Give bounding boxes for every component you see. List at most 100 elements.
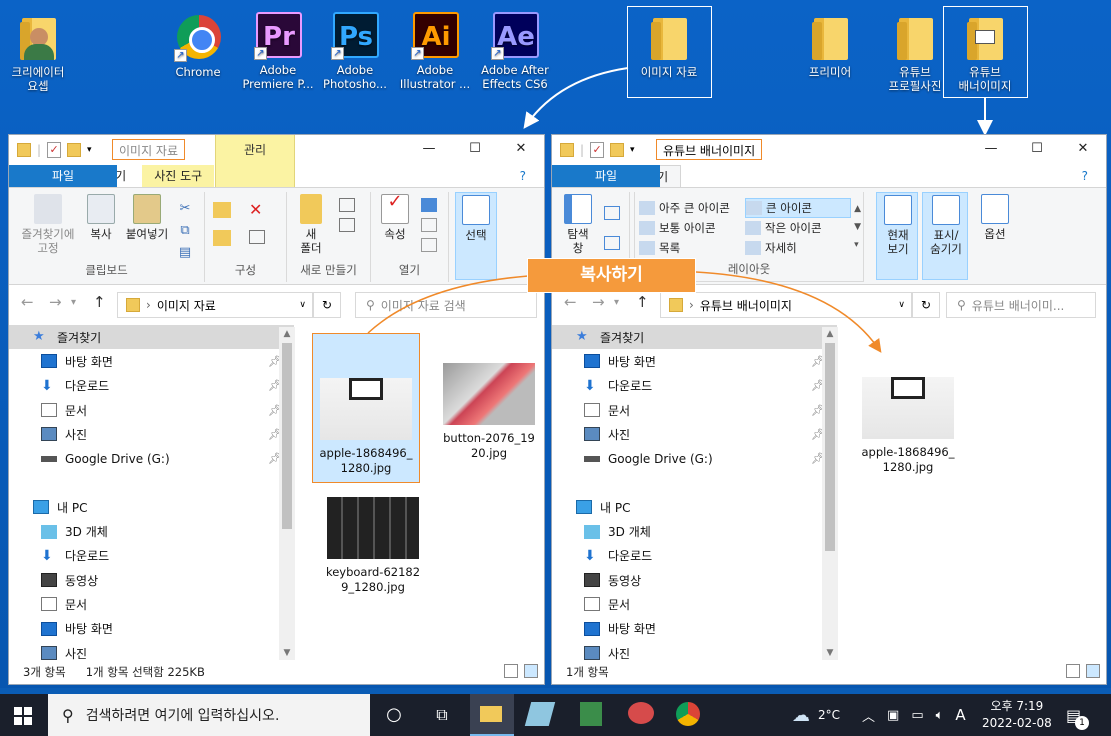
address-box[interactable]: › 이미지 자료 ∨ xyxy=(117,292,313,318)
layout-medium[interactable]: 보통 아이콘 xyxy=(639,218,716,238)
nav-item[interactable]: 문서 xyxy=(9,592,294,616)
pin-quick-access-button[interactable]: 즐겨찾기에 고정 xyxy=(13,194,83,255)
new-folder-icon[interactable] xyxy=(610,143,625,157)
notification-icon[interactable]: ▤ 1 xyxy=(1066,694,1089,736)
cortana-icon[interactable]: ○ xyxy=(380,702,408,728)
show-hide-button[interactable]: 표시/ 숨기기 xyxy=(922,192,968,280)
task-view-icon[interactable]: ⧉ xyxy=(428,702,456,728)
refresh-icon[interactable]: ↻ xyxy=(912,292,940,318)
nav-item[interactable]: 사진 📌︎ xyxy=(9,422,294,446)
rename-icon[interactable] xyxy=(249,230,265,244)
chevron-down-icon[interactable]: ∨ xyxy=(299,300,306,310)
preview-pane-icon[interactable] xyxy=(604,206,620,220)
paste-button[interactable]: 붙여넣기 xyxy=(121,194,173,241)
nav-item[interactable]: ★ 즐겨찾기 xyxy=(9,325,294,350)
ime-indicator[interactable]: A xyxy=(955,706,965,724)
nav-item[interactable]: 바탕 화면 📌︎ xyxy=(552,349,837,373)
tab-picture-tools[interactable]: 사진 도구 xyxy=(142,165,215,187)
chevron-down-icon[interactable]: ▾ xyxy=(630,145,635,155)
large-icons-view-icon[interactable] xyxy=(524,664,538,678)
nav-item[interactable]: ⬇ 다운로드 xyxy=(552,544,837,568)
details-pane-icon[interactable] xyxy=(604,236,620,250)
search-input[interactable]: ⚲ 유튜브 배너이미... xyxy=(946,292,1096,318)
notepad-icon[interactable] xyxy=(524,702,556,726)
copy-button[interactable]: 복사 xyxy=(83,194,119,241)
back-arrow-icon[interactable]: ← xyxy=(564,293,577,311)
network-icon[interactable]: ▭ xyxy=(911,708,923,723)
clock[interactable]: 오후 7:19 2022-02-08 xyxy=(982,694,1052,736)
maximize-icon[interactable]: ☐ xyxy=(452,135,498,165)
maximize-icon[interactable]: ☐ xyxy=(1014,135,1060,165)
new-item-icon[interactable] xyxy=(339,198,355,212)
nav-item[interactable]: ★ 즐겨찾기 xyxy=(552,325,837,350)
delete-icon[interactable]: ✕ xyxy=(249,200,262,219)
nav-item[interactable]: 문서 xyxy=(552,592,837,616)
properties-icon[interactable]: ✓ xyxy=(590,142,605,158)
chevron-up-icon[interactable]: ︿ xyxy=(862,706,875,725)
nav-item[interactable]: 사진 📌︎ xyxy=(552,422,837,446)
file-item[interactable]: button-2076_19 20.jpg xyxy=(435,333,543,467)
back-arrow-icon[interactable]: ← xyxy=(21,293,34,311)
chevron-down-icon[interactable]: ▾ xyxy=(87,145,92,155)
layout-scroll-icon[interactable]: ▲ ▼ ▾ xyxy=(854,200,861,254)
history-icon[interactable] xyxy=(421,238,437,252)
help-icon[interactable]: ? xyxy=(508,165,538,187)
layout-list[interactable]: 목록 xyxy=(639,238,680,258)
calculator-icon[interactable] xyxy=(580,702,602,726)
close-icon[interactable]: ✕ xyxy=(1060,135,1106,165)
nav-item[interactable]: 사진 xyxy=(9,641,294,660)
tab-file[interactable]: 파일 xyxy=(9,165,117,187)
windows-start-icon[interactable] xyxy=(14,707,32,725)
properties-icon[interactable]: ✓ xyxy=(47,142,62,158)
open-icon[interactable] xyxy=(421,198,437,212)
nav-item[interactable]: 바탕 화면 📌︎ xyxy=(9,349,294,373)
layout-small[interactable]: 작은 아이콘 xyxy=(745,218,822,238)
nav-item[interactable]: 내 PC xyxy=(9,495,294,519)
layout-large[interactable]: 큰 아이콘 xyxy=(745,198,851,218)
volume-icon[interactable]: 🔈︎ xyxy=(936,708,944,723)
cut-icon[interactable]: ✂ ⧉ ▤ xyxy=(177,198,193,264)
nav-item[interactable]: ⬇ 다운로드 xyxy=(9,544,294,568)
minimize-icon[interactable]: — xyxy=(406,135,452,165)
up-arrow-icon[interactable]: ↑ xyxy=(93,293,106,311)
refresh-icon[interactable]: ↻ xyxy=(313,292,341,318)
file-item[interactable]: keyboard-62182 9_1280.jpg xyxy=(319,467,427,601)
nav-item[interactable]: ⬇ 다운로드 📌︎ xyxy=(9,374,294,398)
search-input[interactable]: ⚲ 이미지 자료 검색 xyxy=(355,292,537,318)
file-item[interactable]: apple-1868496_ 1280.jpg xyxy=(854,333,962,481)
taskbar-search-input[interactable]: ⚲ 검색하려면 여기에 입력하십시오. xyxy=(48,694,370,736)
navigation-pane-button[interactable]: 탐색 창 xyxy=(558,194,598,255)
minimize-icon[interactable]: — xyxy=(968,135,1014,165)
file-item[interactable]: apple-1868496_ 1280.jpg xyxy=(312,333,420,483)
nav-item[interactable]: 문서 📌︎ xyxy=(9,398,294,422)
weather-widget[interactable]: ☁ 2°C xyxy=(792,694,840,736)
nav-item[interactable]: 3D 개체 xyxy=(552,519,837,543)
up-arrow-icon[interactable]: ↑ xyxy=(636,293,649,311)
nav-item[interactable]: ⬇ 다운로드 📌︎ xyxy=(552,374,837,398)
file-explorer-taskbar-button[interactable] xyxy=(470,694,514,736)
camera-icon[interactable]: ▣ xyxy=(887,708,899,723)
nav-item[interactable]: 동영상 xyxy=(9,568,294,592)
nav-scrollbar[interactable]: ▲ ▼ xyxy=(822,327,838,660)
nav-item[interactable]: 내 PC xyxy=(552,495,837,519)
move-to-icon[interactable] xyxy=(213,202,231,218)
layout-extra-large[interactable]: 아주 큰 아이콘 xyxy=(639,198,730,218)
nav-scrollbar[interactable]: ▲ ▼ xyxy=(279,327,295,660)
nav-item[interactable]: Google Drive (G:) 📌︎ xyxy=(552,446,837,470)
forward-arrow-icon[interactable]: → xyxy=(49,293,62,311)
nav-item[interactable]: Google Drive (G:) 📌︎ xyxy=(9,446,294,470)
nav-item[interactable]: 바탕 화면 xyxy=(552,617,837,641)
new-folder-button[interactable]: 새 폴더 xyxy=(291,194,331,255)
forward-arrow-icon[interactable]: → xyxy=(592,293,605,311)
chevron-down-icon[interactable]: ∨ xyxy=(898,300,905,310)
nav-item[interactable]: 3D 개체 xyxy=(9,519,294,543)
recent-dropdown-icon[interactable]: ▾ xyxy=(71,297,76,308)
large-icons-view-icon[interactable] xyxy=(1086,664,1100,678)
paint-icon[interactable] xyxy=(628,702,654,724)
easy-access-icon[interactable] xyxy=(339,218,355,232)
details-view-icon[interactable] xyxy=(1066,664,1080,678)
select-button[interactable]: 선택 xyxy=(455,192,497,280)
nav-item[interactable]: 문서 📌︎ xyxy=(552,398,837,422)
layout-details[interactable]: 자세히 xyxy=(745,238,797,258)
chrome-taskbar-icon[interactable] xyxy=(676,702,700,726)
